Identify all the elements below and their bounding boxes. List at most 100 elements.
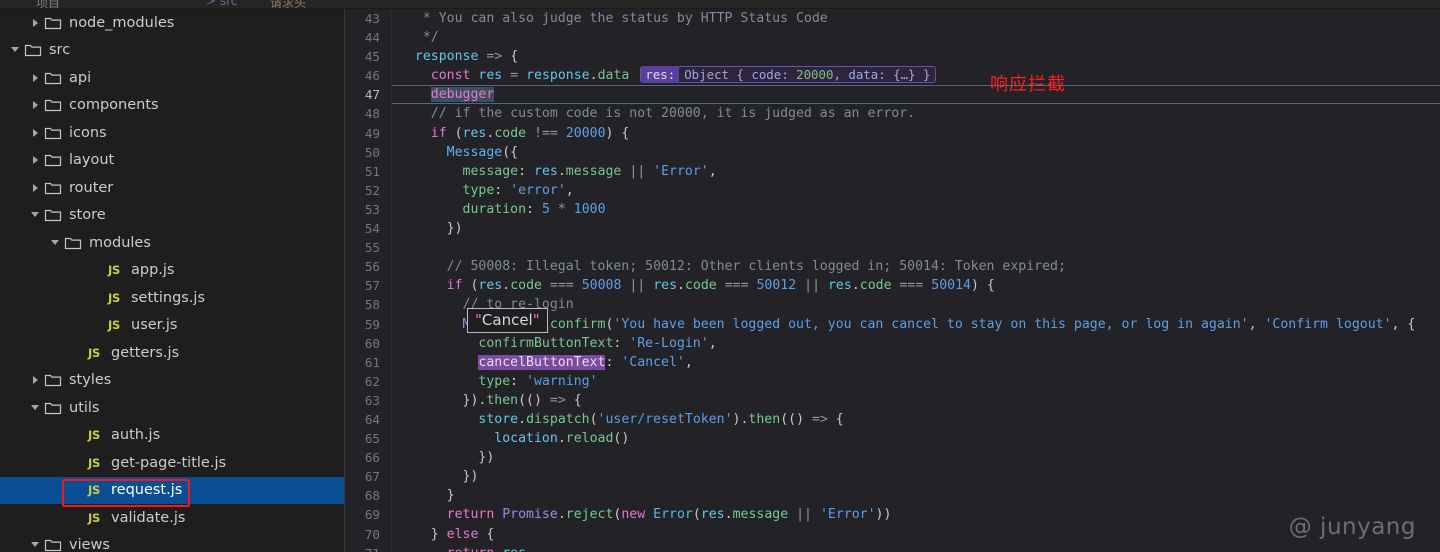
line-number: 53 [364,201,380,217]
tree-item-label: validate.js [111,509,186,526]
tree-item-router[interactable]: router [0,174,345,202]
tree-item-label: icons [69,124,107,141]
inline-hint-name: res: [641,65,680,83]
code-line[interactable]: 60 confirmButtonText: 'Re-Login', [345,334,1440,353]
inline-hint-num-code: 20000 [788,66,834,82]
line-number: 54 [364,221,380,237]
chevron-right-icon[interactable] [28,125,44,141]
code-lines: 43 * You can also judge the status by HT… [345,9,1440,552]
code-line[interactable]: 56 // 50008: Illegal token; 50012: Other… [345,257,1440,276]
chevron-right-icon[interactable] [28,97,44,113]
code-line-content: }).then(() => { [399,392,582,408]
tree-item-store[interactable]: store [0,202,345,230]
code-line-content: confirmButtonText: 'Re-Login', [478,335,717,351]
chevron-right-icon[interactable] [28,70,44,86]
chevron-right-icon[interactable] [28,152,44,168]
code-line[interactable]: 71 return res [345,544,1440,552]
code-line[interactable]: 55 [345,238,1440,257]
code-line[interactable]: 66 }) [345,448,1440,467]
tree-item-auth-js[interactable]: JS auth.js [0,422,345,450]
file-tree: node_modules src api components icons layout r… [0,9,345,552]
code-line[interactable]: 63 }).then(() => { [345,391,1440,410]
javascript-file-icon: JS [108,318,120,333]
tree-item-utils[interactable]: utils [0,394,345,422]
line-number: 47 [364,87,380,103]
tree-item-views[interactable]: views [0,532,345,552]
line-number: 59 [364,316,380,332]
javascript-file-icon: JS [88,510,100,525]
chevron-down-icon[interactable] [48,235,64,251]
chevron-right-icon[interactable] [28,15,44,31]
code-line[interactable]: 70 } else { [345,525,1440,544]
code-line[interactable]: 45 response => { [345,47,1440,66]
code-editor[interactable]: 43 * You can also judge the status by HT… [345,0,1440,552]
tree-item-get-page-title-js[interactable]: JS get-page-title.js [0,449,345,477]
tree-item-user-js[interactable]: JS user.js [0,312,345,340]
code-line-content: } else { [399,526,495,542]
line-number: 64 [364,411,380,427]
javascript-file-icon: JS [88,345,100,360]
code-line-content: type: 'warning' [478,373,598,389]
tree-item-styles[interactable]: styles [0,367,345,395]
chevron-down-icon[interactable] [28,207,44,223]
code-line[interactable]: 49 if (res.code !== 20000) { [345,124,1440,143]
code-line[interactable]: 67 }) [345,467,1440,486]
watermark: @ junyang [1288,514,1416,540]
tooltip-body: Cancel [481,311,533,329]
code-line[interactable]: 47 debugger [345,85,1440,104]
tree-item-modules[interactable]: modules [0,229,345,257]
code-line[interactable]: 52 type: 'error', [345,181,1440,200]
code-line[interactable]: 48 // if the custom code is not 20000, i… [345,104,1440,123]
window-top-strip: 项目 > src 请求头 [0,0,1440,9]
code-line-content: */ [422,30,439,46]
code-line[interactable]: 50 Message({ [345,143,1440,162]
tree-item-settings-js[interactable]: JS settings.js [0,284,345,312]
code-line[interactable]: 69 return Promise.reject(new Error(res.m… [345,505,1440,524]
code-line[interactable]: 43 * You can also judge the status by HT… [345,9,1440,28]
tree-item-getters-js[interactable]: JS getters.js [0,339,345,367]
line-number: 56 [364,259,380,275]
folder-icon [44,98,62,112]
code-line[interactable]: 65 location.reload() [345,429,1440,448]
tree-item-icons[interactable]: icons [0,119,345,147]
tree-item-request-js[interactable]: JS request.js [0,476,345,504]
chevron-down-icon[interactable] [8,42,24,58]
code-line[interactable]: 53 duration: 5 * 1000 [345,200,1440,219]
code-line[interactable]: 44 */ [345,28,1440,47]
line-number: 57 [364,278,380,294]
code-line-content: location.reload() [494,431,630,447]
javascript-file-icon: JS [108,290,120,305]
tree-item-label: views [69,537,110,552]
chevron-right-icon[interactable] [28,372,44,388]
code-line[interactable]: 64 store.dispatch('user/resetToken').the… [345,410,1440,429]
folder-icon [64,236,82,250]
tree-item-layout[interactable]: layout [0,147,345,175]
code-line[interactable]: 62 type: 'warning' [345,372,1440,391]
line-number: 60 [364,335,380,351]
code-line-content: * You can also judge the status by HTTP … [422,11,828,26]
tree-item-label: layout [69,152,115,169]
tree-item-validate-js[interactable]: JS validate.js [0,504,345,532]
inline-debug-value-hint[interactable]: res: Object { code: 20000, data: {…} } [640,65,937,83]
folder-icon [24,43,42,57]
tree-item-label: utils [69,399,100,416]
annotation-response-intercept: 响应拦截 [990,74,1066,95]
code-line[interactable]: 61 cancelButtonText: 'Cancel', [345,353,1440,372]
tree-item-node_modules[interactable]: node_modules [0,9,345,37]
chevron-right-icon[interactable] [28,180,44,196]
code-line[interactable]: 46 const res = response.data res: Object {… [345,65,1440,85]
javascript-file-icon: JS [108,263,120,278]
chevron-down-icon[interactable] [28,537,44,552]
editor-window: 项目 > src 请求头 node_modules src api component… [0,0,1440,552]
chevron-down-icon[interactable] [28,400,44,416]
code-line[interactable]: 54 }) [345,219,1440,238]
code-line[interactable]: 51 message: res.message || 'Error', [345,162,1440,181]
tree-item-api[interactable]: api [0,64,345,92]
code-line[interactable]: 57 if (res.code === 50008 || res.code ==… [345,276,1440,295]
tree-item-src[interactable]: src [0,37,345,65]
tree-item-app-js[interactable]: JS app.js [0,257,345,285]
code-line[interactable]: 68 } [345,486,1440,505]
tree-item-label: settings.js [131,289,206,306]
tree-item-components[interactable]: components [0,92,345,120]
